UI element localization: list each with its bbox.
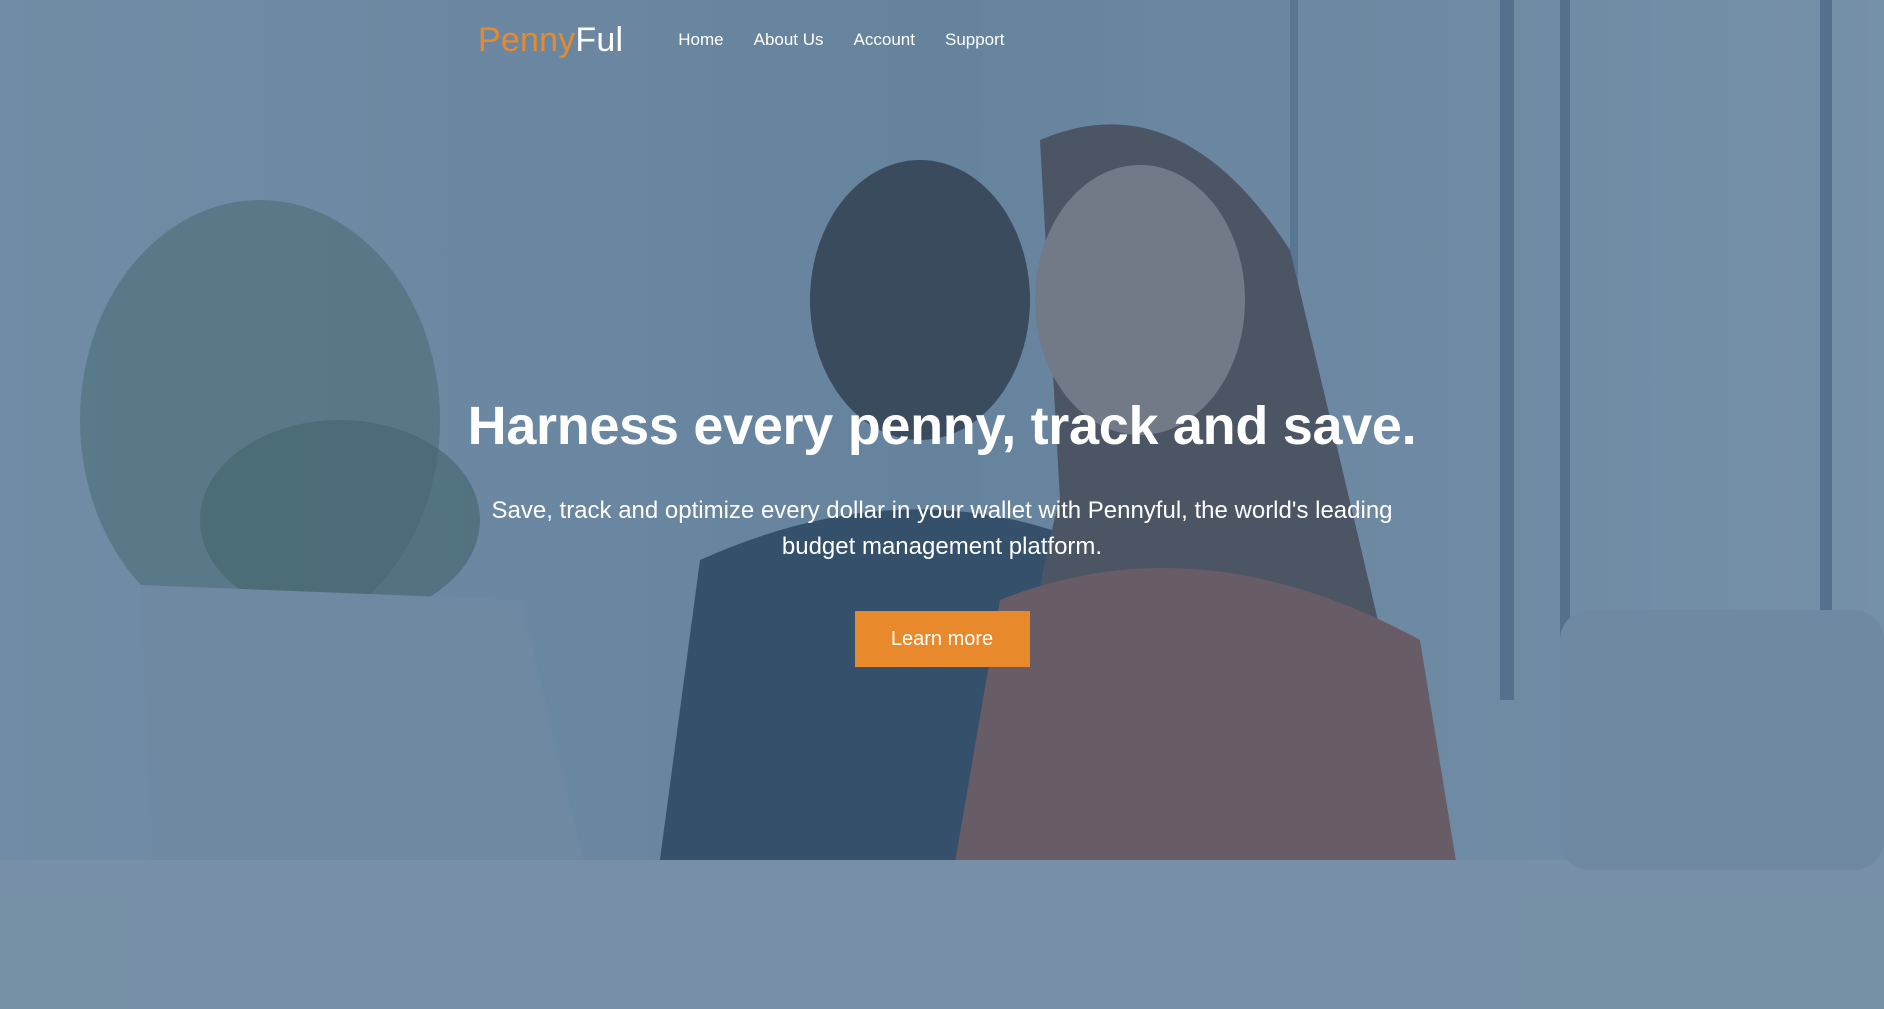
brand-logo-ful: Ful xyxy=(575,20,624,59)
hero-headline: Harness every penny, track and save. xyxy=(467,396,1417,456)
brand-logo[interactable]: Penny Ful xyxy=(478,21,623,60)
nav-link-home[interactable]: Home xyxy=(663,0,738,80)
hero-section: Penny Ful Home About Us Account Support H… xyxy=(0,0,1884,1009)
nav-link-account[interactable]: Account xyxy=(839,0,930,80)
nav-link-support[interactable]: Support xyxy=(930,0,1020,80)
hero-content: Harness every penny, track and save. Sav… xyxy=(0,395,1884,667)
nav-links: Home About Us Account Support xyxy=(663,0,1019,80)
learn-more-button[interactable]: Learn more xyxy=(854,611,1030,667)
nav-link-about-us[interactable]: About Us xyxy=(739,0,839,80)
top-navbar: Penny Ful Home About Us Account Support xyxy=(478,0,1020,80)
brand-logo-penny: Penny xyxy=(478,20,576,59)
hero-subtext: Save, track and optimize every dollar in… xyxy=(491,497,1393,560)
